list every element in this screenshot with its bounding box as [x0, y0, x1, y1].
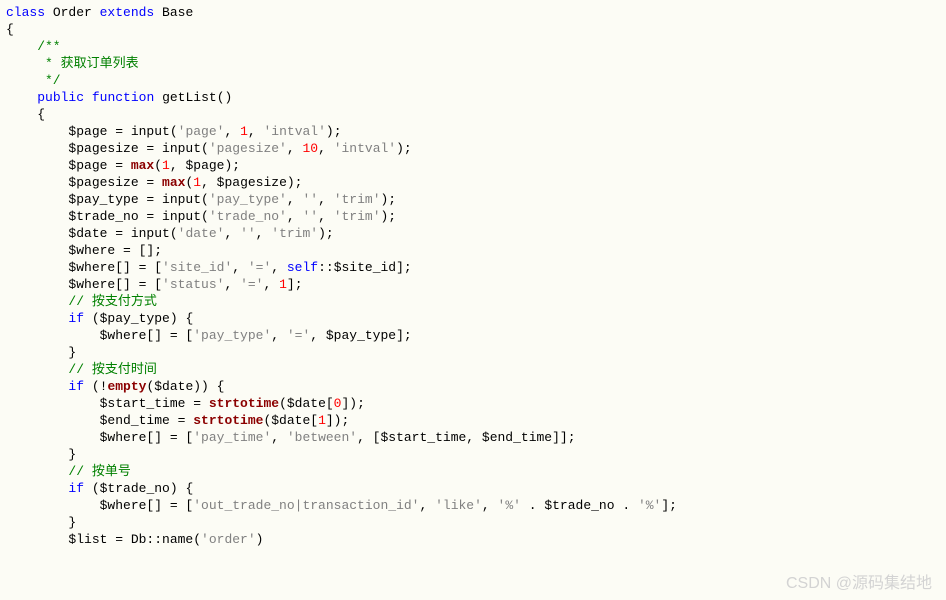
- code-line: public function getList(): [0, 89, 946, 106]
- code-line: * 获取订单列表: [0, 55, 946, 72]
- code-line: $page = input('page', 1, 'intval');: [0, 123, 946, 140]
- code-line: $pagesize = input('pagesize', 10, 'intva…: [0, 140, 946, 157]
- code-line: // 按支付方式: [0, 293, 946, 310]
- keyword-if: if: [68, 311, 84, 326]
- code-line: $page = max(1, $page);: [0, 157, 946, 174]
- keyword-self: self: [287, 260, 318, 275]
- keyword-public: public: [37, 90, 84, 105]
- code-line: {: [0, 106, 946, 123]
- code-line: $date = input('date', '', 'trim');: [0, 225, 946, 242]
- code-line: class Order extends Base: [0, 4, 946, 21]
- code-line: }: [0, 446, 946, 463]
- keyword-extends: extends: [100, 5, 155, 20]
- code-line: $where[] = ['status', '=', 1];: [0, 276, 946, 293]
- code-line: $pagesize = max(1, $pagesize);: [0, 174, 946, 191]
- code-line: $end_time = strtotime($date[1]);: [0, 412, 946, 429]
- code-line: $start_time = strtotime($date[0]);: [0, 395, 946, 412]
- code-editor: class Order extends Base { /** * 获取订单列表 …: [0, 0, 946, 548]
- code-line: $trade_no = input('trade_no', '', 'trim'…: [0, 208, 946, 225]
- code-line: }: [0, 344, 946, 361]
- builtin-empty: empty: [107, 379, 146, 394]
- code-line: if (!empty($date)) {: [0, 378, 946, 395]
- code-line: $where[] = ['site_id', '=', self::$site_…: [0, 259, 946, 276]
- code-line: // 按单号: [0, 463, 946, 480]
- code-line: if ($trade_no) {: [0, 480, 946, 497]
- code-line: /**: [0, 38, 946, 55]
- code-line: $where[] = ['pay_time', 'between', [$sta…: [0, 429, 946, 446]
- keyword-class: class: [6, 5, 45, 20]
- code-line: */: [0, 72, 946, 89]
- builtin-strtotime: strtotime: [209, 396, 279, 411]
- code-line: $where[] = ['out_trade_no|transaction_id…: [0, 497, 946, 514]
- watermark: CSDN @源码集结地: [786, 575, 932, 592]
- keyword-function: function: [92, 90, 154, 105]
- code-line: $where[] = ['pay_type', '=', $pay_type];: [0, 327, 946, 344]
- code-line: {: [0, 21, 946, 38]
- keyword-if: if: [68, 481, 84, 496]
- code-line: if ($pay_type) {: [0, 310, 946, 327]
- builtin-max: max: [162, 175, 185, 190]
- builtin-max: max: [131, 158, 154, 173]
- code-line: $list = Db::name('order'): [0, 531, 946, 548]
- code-line: $where = [];: [0, 242, 946, 259]
- keyword-if: if: [68, 379, 84, 394]
- builtin-strtotime: strtotime: [193, 413, 263, 428]
- code-line: // 按支付时间: [0, 361, 946, 378]
- code-line: }: [0, 514, 946, 531]
- code-line: $pay_type = input('pay_type', '', 'trim'…: [0, 191, 946, 208]
